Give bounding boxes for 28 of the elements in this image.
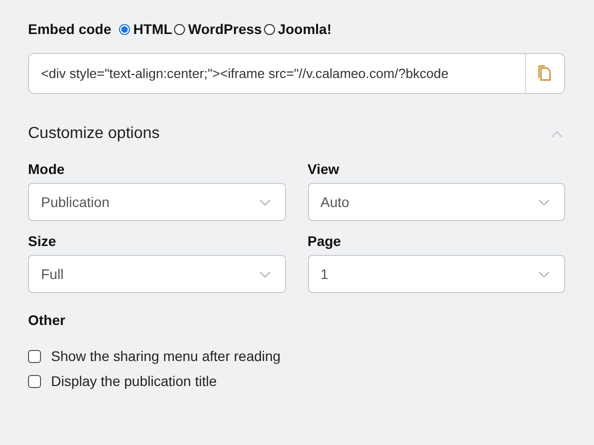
- embed-code-label: Embed code: [28, 21, 112, 37]
- radio-label[interactable]: WordPress: [188, 21, 262, 37]
- field-label: Page: [308, 233, 342, 249]
- checkbox[interactable]: [28, 350, 41, 362]
- dropdown[interactable]: Publication: [28, 183, 286, 221]
- checkbox-label[interactable]: Show the sharing menu after reading: [51, 348, 281, 364]
- radio-button[interactable]: [119, 24, 130, 34]
- dropdown[interactable]: 1: [308, 255, 565, 293]
- copy-icon: [538, 65, 552, 82]
- section-label: Other: [28, 312, 66, 328]
- radio-button[interactable]: [174, 24, 186, 34]
- field-label: View: [308, 161, 340, 177]
- radio-label[interactable]: Joomla!: [278, 21, 332, 37]
- checkbox-label[interactable]: Display the publication title: [51, 373, 217, 389]
- field-label: Mode: [28, 161, 66, 177]
- field-label: Size: [28, 233, 58, 249]
- copy-button[interactable]: [525, 54, 564, 93]
- dropdown[interactable]: Auto: [308, 183, 565, 221]
- radio-label[interactable]: HTML: [133, 21, 172, 37]
- embed-code-field[interactable]: <div style="text-align:center;"><iframe src="//v.calameo.com/?bkcode: [28, 53, 565, 94]
- radio-button[interactable]: [264, 24, 275, 34]
- checkbox[interactable]: [28, 374, 41, 388]
- dropdown[interactable]: Full: [28, 255, 286, 293]
- chevron-down-icon: [258, 270, 270, 278]
- section-title: Customize options: [28, 125, 160, 143]
- chevron-down-icon: [538, 198, 550, 206]
- chevron-down-icon: [258, 198, 270, 206]
- chevron-down-icon: [538, 270, 550, 278]
